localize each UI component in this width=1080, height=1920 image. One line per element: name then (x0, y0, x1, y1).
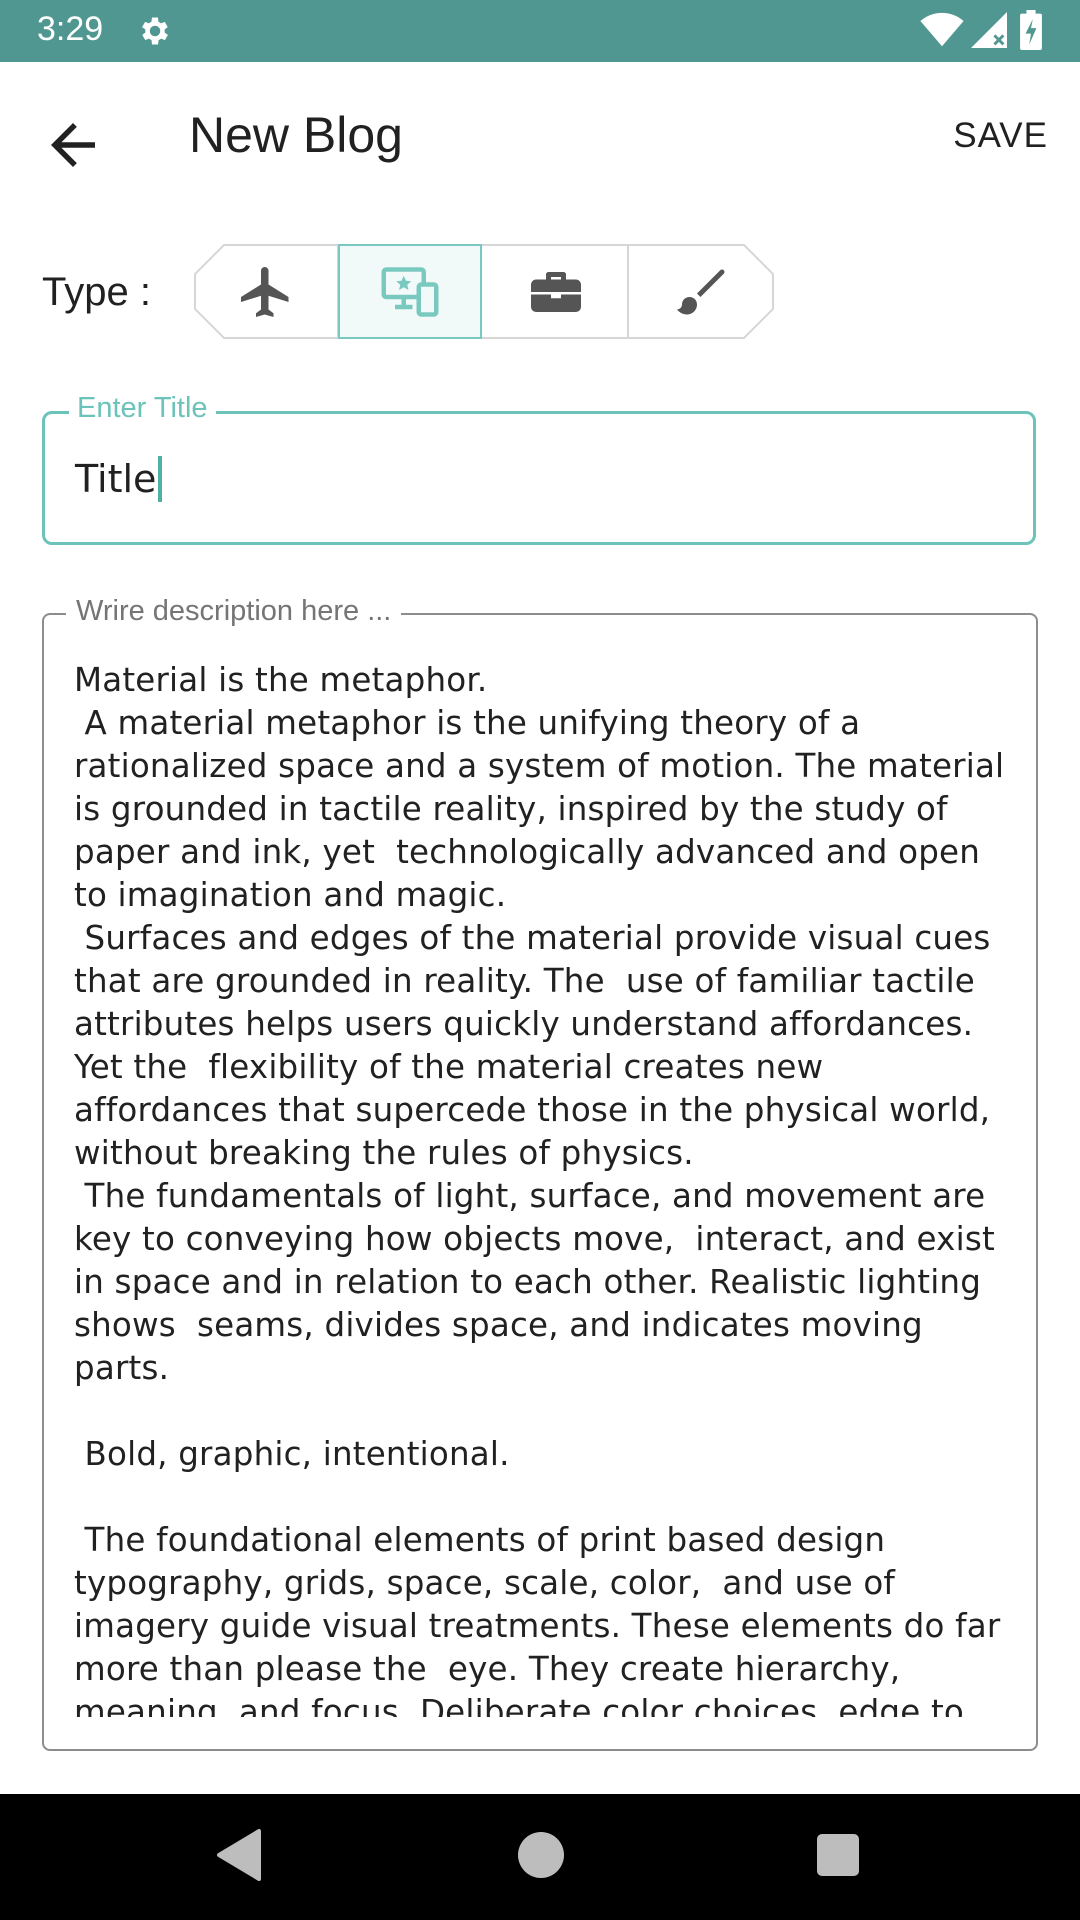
page-title: New Blog (189, 107, 403, 163)
nav-back-icon[interactable] (215, 1829, 261, 1881)
type-toggle-group (194, 244, 774, 339)
description-field-label: Wrire description here ... (66, 595, 402, 628)
type-option-travel[interactable] (194, 244, 338, 339)
devices-icon (381, 266, 439, 317)
title-input-value: Title (75, 457, 157, 501)
description-input[interactable]: Material is the metaphor. A material met… (74, 659, 1014, 1717)
type-option-tech[interactable] (338, 244, 482, 339)
type-label: Type : (42, 270, 151, 314)
status-bar: 3:29 (0, 0, 1080, 62)
description-field[interactable]: Wrire description here ... Material is t… (42, 595, 1038, 1751)
brush-icon (677, 269, 725, 314)
type-option-art[interactable] (630, 244, 774, 339)
type-option-work[interactable] (484, 244, 628, 339)
arrow-left-icon[interactable] (40, 112, 106, 178)
gear-icon (142, 17, 168, 45)
save-button[interactable]: SAVE (953, 116, 1048, 156)
battery-icon (1020, 10, 1042, 50)
nav-recents-icon[interactable] (817, 1834, 859, 1876)
system-nav-bar (0, 1794, 1080, 1920)
status-time: 3:29 (37, 10, 104, 48)
text-cursor (158, 456, 163, 502)
signal-icon (971, 12, 1007, 48)
airplane-icon (241, 266, 289, 317)
title-field-label: Enter Title (69, 392, 216, 425)
title-field[interactable]: Enter Title Title (42, 392, 1036, 545)
wifi-icon (920, 12, 964, 47)
title-input[interactable]: Title (75, 456, 163, 502)
nav-home-icon[interactable] (518, 1832, 564, 1878)
briefcase-icon (531, 271, 581, 312)
app-bar: New Blog SAVE (0, 62, 1080, 212)
